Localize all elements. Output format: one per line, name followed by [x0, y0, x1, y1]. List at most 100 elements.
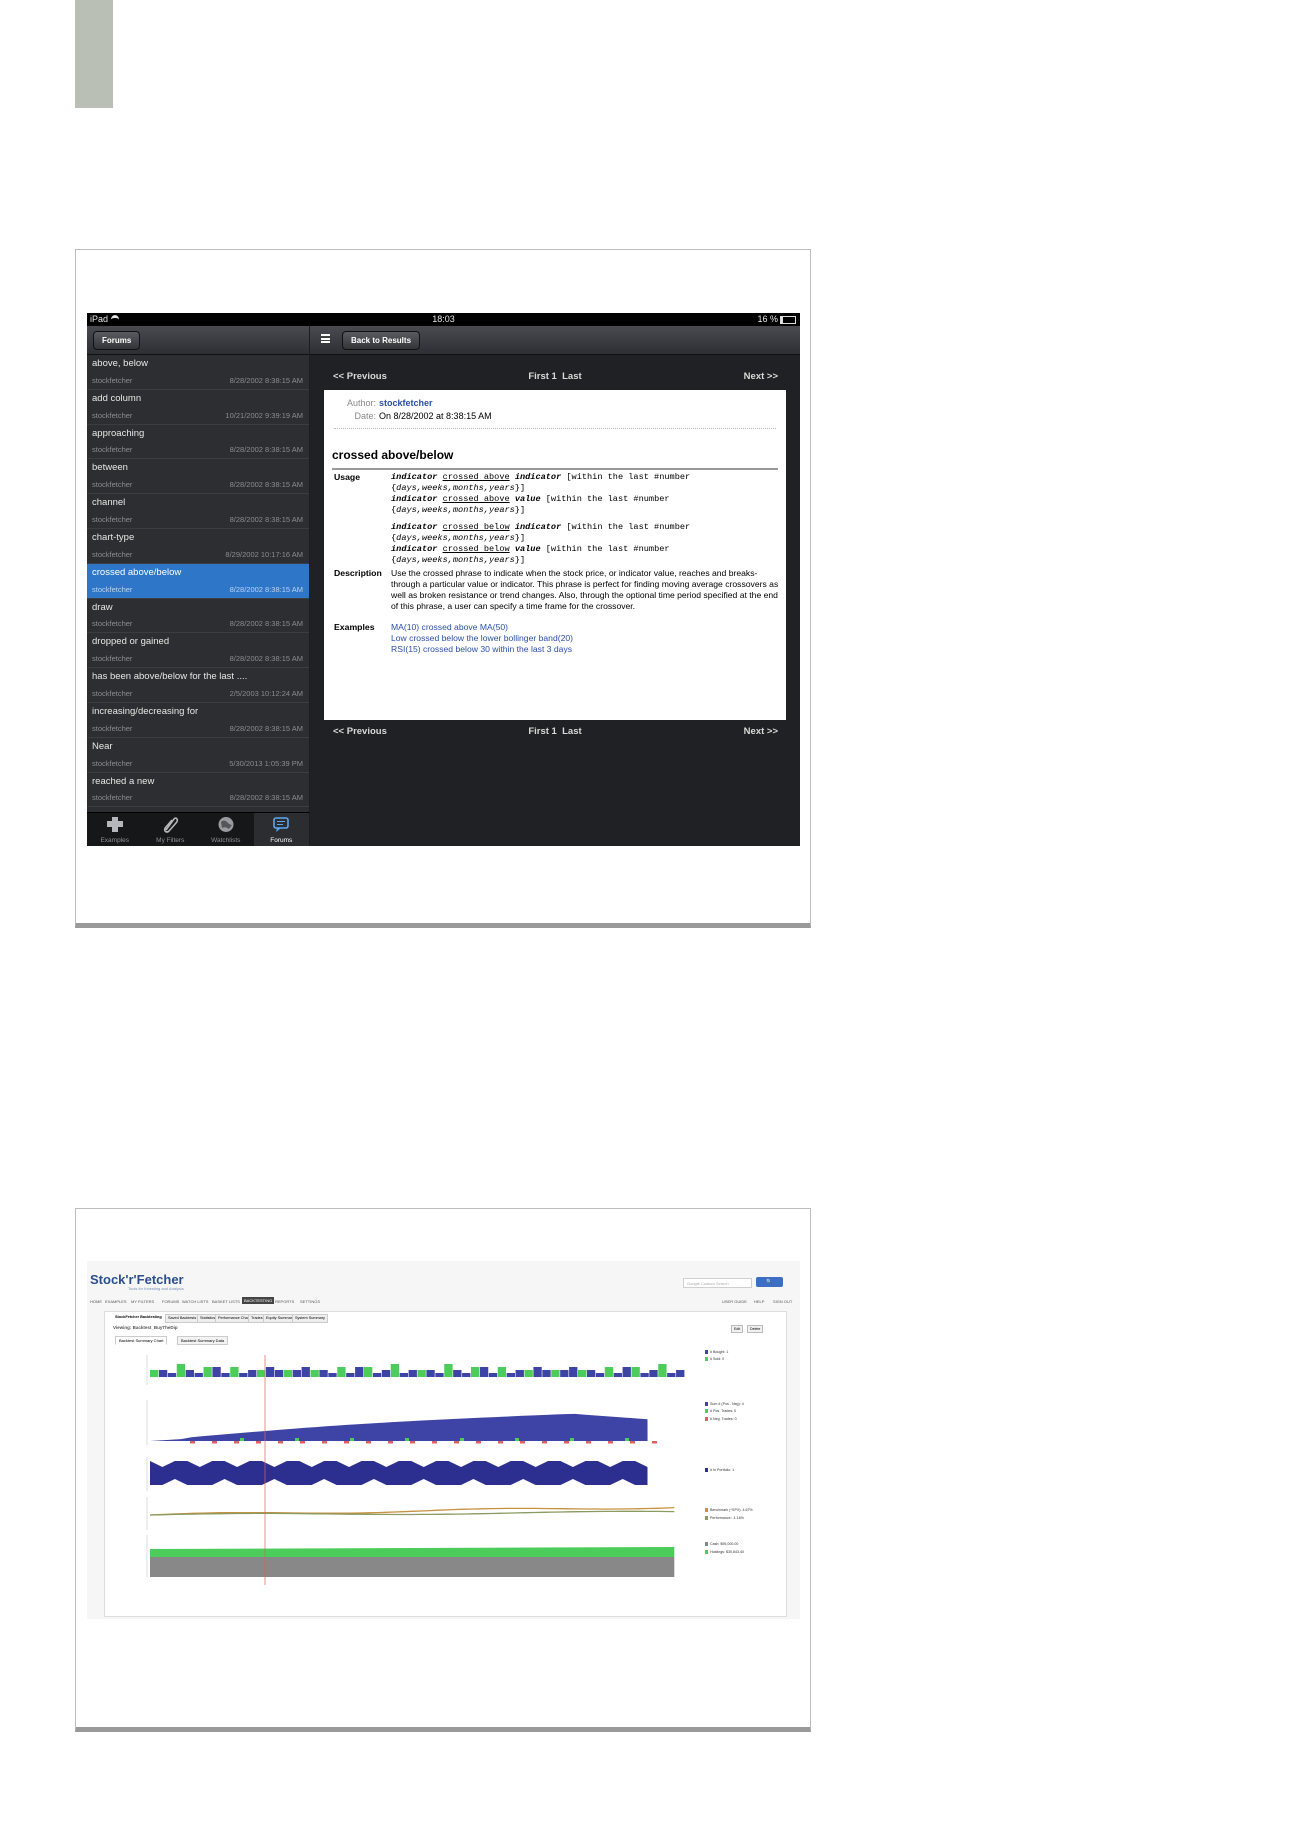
neg-trade-mark — [542, 1441, 547, 1444]
forums-button[interactable]: Forums — [93, 331, 141, 350]
forum-topic-item[interactable]: add column stockfetcher 10/21/2002 9:39:19… — [87, 390, 309, 425]
forum-topic-item[interactable]: increasing/decreasing for stockfetcher 8/2… — [87, 703, 309, 738]
topic-author: stockfetcher — [92, 584, 133, 594]
backtest-panel: StockFetcher Backtesting Saved Backtests S… — [104, 1311, 787, 1617]
tab-examples[interactable]: Examples — [87, 813, 143, 846]
nav-item[interactable]: REPORTS — [275, 1299, 294, 1304]
main-header: Back to Results — [310, 326, 800, 355]
nav-item-right[interactable]: HELP — [754, 1299, 764, 1304]
topic-author: stockfetcher — [92, 688, 133, 698]
neg-trade-mark — [234, 1441, 239, 1444]
author-label: Author: — [346, 398, 376, 408]
bought-bar — [292, 1370, 301, 1377]
topic-date: 8/28/2002 8:38:15 AM — [229, 375, 303, 385]
bought-bar — [150, 1370, 159, 1377]
status-bar: iPad 18:03 16 % — [87, 313, 800, 326]
bought-bar — [631, 1367, 640, 1377]
edit-button[interactable]: Edit — [731, 1325, 744, 1333]
example-link[interactable]: Low crossed below the lower bollinger ba… — [391, 633, 573, 643]
stockfetcher-screenshot: Stock'r'Fetcher Tools for Investing and … — [87, 1261, 800, 1619]
bought-bar — [560, 1370, 569, 1377]
topic-title: between — [92, 462, 128, 474]
backtest-subtab[interactable]: System Summary — [292, 1314, 328, 1323]
chart-tab[interactable]: Backtest Summary Chart — [115, 1336, 168, 1345]
author-link[interactable]: stockfetcher — [379, 398, 433, 408]
first-link[interactable]: First — [528, 371, 549, 382]
nav-item-right[interactable]: SIGN OUT — [773, 1299, 792, 1304]
legend-label: Cash: $95,000.00 — [710, 1542, 739, 1546]
nav-item[interactable]: SETTINGS — [300, 1299, 320, 1304]
topic-date: 10/21/2002 9:39:19 AM — [225, 410, 303, 420]
tab-forums[interactable]: Forums — [253, 813, 309, 846]
back-to-results-button[interactable]: Back to Results — [342, 331, 421, 350]
backtest-subtab[interactable]: Saved Backtests — [165, 1314, 200, 1323]
topic-author: stockfetcher — [92, 410, 133, 420]
next-link[interactable]: Next >> — [744, 371, 778, 382]
next-link[interactable]: Next >> — [744, 726, 778, 737]
bought-bar — [667, 1373, 676, 1377]
neg-trade-mark — [212, 1441, 217, 1444]
delete-button[interactable]: Delete — [747, 1325, 764, 1333]
bought-bar — [408, 1370, 417, 1377]
forum-topic-item[interactable]: dropped or gained stockfetcher 8/28/2002 8… — [87, 633, 309, 669]
legend-entry: Performance: -1.16% — [705, 1516, 744, 1521]
forum-topic-item[interactable]: above, below stockfetcher 8/28/2002 8:38:1… — [87, 355, 309, 390]
forum-topic-item[interactable]: Near stockfetcher 5/30/2013 1:05:39 PM — [87, 738, 309, 773]
pos-trade-mark — [350, 1438, 354, 1441]
chart-tab[interactable]: Backtest Summary Data — [177, 1336, 229, 1345]
forum-topic-item[interactable]: has been above/below for the last .... st… — [87, 668, 309, 703]
nav-item[interactable]: FORUMS — [162, 1299, 179, 1304]
forum-topic-item[interactable]: draw stockfetcher 8/28/2002 8:38:15 AM — [87, 599, 309, 634]
bought-bar — [435, 1373, 444, 1377]
bought-bar — [372, 1373, 382, 1377]
menu-icon[interactable] — [321, 334, 330, 343]
clock: 18:03 — [432, 314, 455, 324]
last-link[interactable]: Last — [562, 371, 582, 382]
forum-topic-item[interactable]: approaching stockfetcher 8/28/2002 8:38:15… — [87, 425, 309, 460]
backtest-subtab[interactable]: StockFetcher Backtesting — [113, 1314, 164, 1321]
search-button[interactable]: 🔍 — [756, 1277, 783, 1287]
page-number[interactable]: 1 — [552, 371, 557, 382]
forum-topic-item[interactable]: crossed above/below stockfetcher 8/28/2002… — [87, 563, 309, 599]
legend-label: Performance: -1.16% — [710, 1516, 744, 1520]
nav-item[interactable]: MY FILTERS — [131, 1299, 154, 1304]
nav-item-right[interactable]: USER GUIDE — [722, 1299, 747, 1304]
topic-date: 8/28/2002 8:38:15 AM — [229, 514, 303, 524]
first-link[interactable]: First — [528, 726, 549, 737]
nav-item[interactable]: BASKET LISTS — [212, 1299, 240, 1304]
topic-title: has been above/below for the last .... — [92, 671, 248, 683]
bought-bar — [390, 1364, 400, 1377]
legend-label: # Sold: 0 — [710, 1357, 725, 1361]
legend-label: Benchmark (^SPX): 4.67% — [710, 1508, 753, 1512]
tab-label: Forums — [270, 837, 293, 844]
example-link[interactable]: RSI(15) crossed below 30 within the last… — [391, 644, 572, 654]
forum-topic-item[interactable]: between stockfetcher 8/28/2002 8:38:15 AM — [87, 459, 309, 495]
last-link[interactable]: Last — [562, 726, 582, 737]
nav-item[interactable]: EXAMPLES — [105, 1299, 127, 1304]
stockfetcher-logo[interactable]: Stock'r'Fetcher — [90, 1272, 184, 1287]
tab-watchlists[interactable]: Watchlists — [198, 813, 254, 846]
nav-item[interactable]: HOME — [90, 1299, 102, 1304]
forum-topic-item[interactable]: channel stockfetcher 8/28/2002 8:38:15 AM — [87, 494, 309, 529]
bought-bar — [257, 1370, 266, 1377]
page-number[interactable]: 1 — [552, 726, 557, 737]
nav-item[interactable]: BACKTESTING — [242, 1297, 275, 1304]
tab-my-filters[interactable]: My Filters — [143, 813, 199, 846]
nav-item[interactable]: WATCH LISTS — [182, 1299, 208, 1304]
bought-bar — [185, 1370, 194, 1377]
neg-trade-mark — [498, 1441, 503, 1444]
forum-topic-item[interactable]: reached a new stockfetcher 8/28/2002 8:38:… — [87, 773, 309, 808]
bought-bar — [417, 1370, 426, 1377]
legend-swatch — [705, 1516, 708, 1521]
tab-label: Examples — [100, 837, 130, 844]
example-link[interactable]: MA(10) crossed above MA(50) — [391, 622, 508, 632]
forum-topic-item[interactable]: chart-type stockfetcher 8/29/2002 10:17:16… — [87, 529, 309, 564]
neg-trade-mark — [608, 1441, 613, 1444]
search-input[interactable]: Google Custom Search — [683, 1278, 752, 1288]
bought-bar — [346, 1373, 355, 1377]
bought-bar — [479, 1367, 489, 1377]
chart-legends: # Bought: 1 # Sold: 0 Sum # (Pos - Neg): 4… — [705, 1345, 785, 1615]
neg-trade-mark — [586, 1441, 591, 1444]
neg-trade-mark — [300, 1441, 305, 1444]
neg-trade-mark — [256, 1441, 261, 1444]
